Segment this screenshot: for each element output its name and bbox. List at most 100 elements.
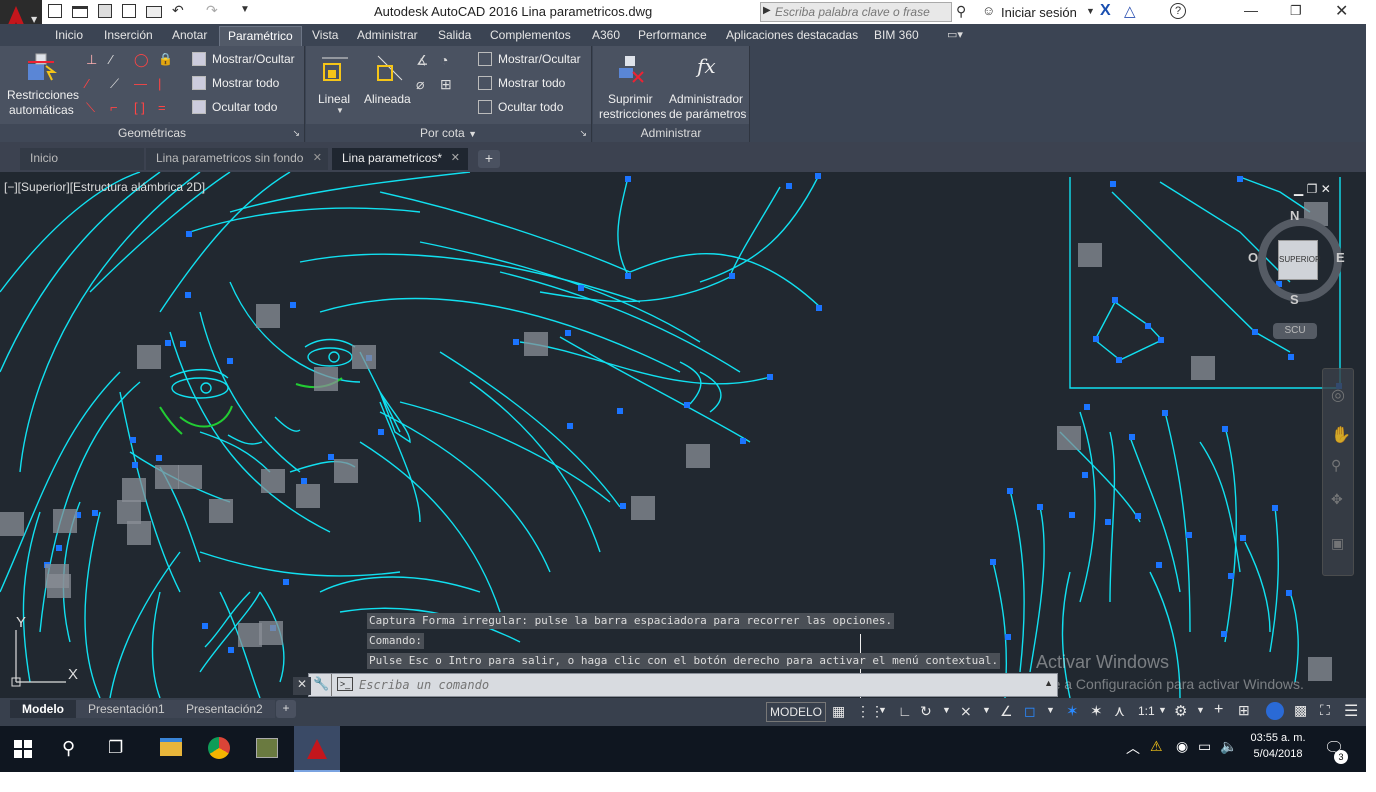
smooth-icon[interactable]: ⌐ bbox=[110, 100, 118, 115]
signin-dropdown-icon[interactable]: ▼ bbox=[1086, 6, 1095, 16]
isodraft-icon[interactable]: ⨯ bbox=[960, 703, 972, 727]
tab-anotar[interactable]: Anotar bbox=[164, 26, 215, 46]
showmotion-icon[interactable]: ▣ bbox=[1331, 535, 1344, 552]
command-input[interactable] bbox=[359, 676, 1039, 694]
open-folder-icon[interactable] bbox=[72, 6, 88, 18]
save-as-icon[interactable] bbox=[122, 4, 136, 18]
layout-tab-presentacion2[interactable]: Presentación2 bbox=[174, 700, 275, 718]
help-icon[interactable]: ? bbox=[1170, 3, 1186, 19]
close-active-tab-icon[interactable]: ✕ bbox=[451, 148, 460, 168]
delete-constraints-button[interactable]: Suprimir restricciones bbox=[595, 50, 669, 121]
isolate-objects-icon[interactable] bbox=[1266, 702, 1284, 720]
doc-tab-inicio[interactable]: Inicio bbox=[20, 148, 144, 170]
close-button[interactable]: ✕ bbox=[1335, 1, 1348, 21]
app-icon[interactable] bbox=[256, 738, 278, 758]
radial-icon[interactable]: ◔ bbox=[440, 52, 448, 68]
tab-aplicaciones-destacadas[interactable]: Aplicaciones destacadas bbox=[718, 26, 866, 46]
auto-scale-icon[interactable]: ✶ bbox=[1090, 702, 1103, 726]
workspace-gear-icon[interactable]: ⚙ bbox=[1174, 702, 1187, 726]
add-layout-button[interactable]: + bbox=[276, 700, 296, 718]
parallel-icon[interactable]: ⁄ bbox=[86, 76, 88, 91]
compass-north[interactable]: N bbox=[1290, 208, 1299, 223]
tab-inicio[interactable]: Inicio bbox=[47, 26, 91, 46]
windows-start-icon[interactable] bbox=[14, 740, 32, 758]
concentric-icon[interactable]: ◯ bbox=[134, 52, 149, 68]
units-icon[interactable]: ⊞ bbox=[1238, 702, 1250, 726]
tangent-icon[interactable]: ⟍ bbox=[86, 100, 95, 116]
tab-a360[interactable]: A360 bbox=[584, 26, 628, 46]
polar-icon[interactable]: ↻ bbox=[920, 703, 932, 727]
clean-screen-icon[interactable]: ⛶ bbox=[1320, 702, 1330, 726]
dialog-launcher-icon[interactable]: ↘ bbox=[292, 124, 300, 142]
orbit-icon[interactable]: ✥ bbox=[1331, 491, 1343, 508]
annotation-monitor-icon[interactable]: + bbox=[1214, 701, 1223, 725]
binoculars-icon[interactable]: ⚲ bbox=[956, 3, 966, 20]
dim-dialog-launcher-icon[interactable]: ↘ bbox=[579, 124, 587, 142]
symmetric-icon[interactable]: [ ] bbox=[134, 100, 145, 115]
chrome-icon[interactable] bbox=[208, 737, 230, 759]
horizontal-icon[interactable]: — bbox=[134, 76, 147, 91]
user-icon[interactable]: ☺ bbox=[982, 3, 995, 18]
search-icon[interactable]: ⚲ bbox=[62, 738, 75, 759]
model-space-button[interactable]: MODELO bbox=[766, 702, 826, 722]
tab-parametrico[interactable]: Paramétrico bbox=[219, 26, 302, 46]
tab-bim-360[interactable]: BIM 360 bbox=[866, 26, 927, 46]
tab-performance[interactable]: Performance bbox=[630, 26, 715, 46]
steering-wheel-icon[interactable]: ◎ bbox=[1331, 385, 1345, 405]
convert-icon[interactable]: ⊞ bbox=[440, 76, 452, 93]
annotation-visibility-icon[interactable]: ✶ bbox=[1066, 702, 1079, 726]
angular-icon[interactable]: ∡ bbox=[416, 52, 429, 69]
layout-tab-presentacion1[interactable]: Presentación1 bbox=[76, 700, 177, 718]
redo-icon[interactable]: ↷ bbox=[206, 2, 218, 19]
battery-icon[interactable]: ▭ bbox=[1198, 738, 1211, 755]
print-icon[interactable] bbox=[146, 6, 162, 18]
doc-tab-sin-fondo[interactable]: Lina parametricos sin fondo ✕ bbox=[146, 148, 328, 170]
undo-icon[interactable]: ↶ bbox=[172, 2, 184, 19]
viewport-controls-label[interactable]: [−][Superior][Estructura alámbrica 2D] bbox=[4, 180, 205, 194]
qat-customize-icon[interactable]: ▼ bbox=[240, 4, 250, 15]
autocad-taskbar-button[interactable] bbox=[294, 726, 340, 772]
volume-icon[interactable]: 🔈 bbox=[1220, 738, 1237, 755]
compass-west[interactable]: O bbox=[1248, 250, 1258, 265]
collinear-icon[interactable]: ⁄ bbox=[110, 52, 112, 67]
compass-east[interactable]: E bbox=[1336, 250, 1345, 265]
exchange-apps-icon[interactable]: X bbox=[1100, 2, 1111, 20]
compass-south[interactable]: S bbox=[1290, 292, 1299, 307]
file-explorer-icon[interactable] bbox=[160, 738, 182, 756]
pan-hand-icon[interactable]: ✋ bbox=[1331, 425, 1351, 445]
tab-salida[interactable]: Salida bbox=[430, 26, 479, 46]
tab-vista[interactable]: Vista bbox=[304, 26, 346, 46]
viewcube[interactable]: SUPERIOR N S E O bbox=[1248, 208, 1348, 308]
tab-insercion[interactable]: Inserción bbox=[96, 26, 161, 46]
a360-icon[interactable]: △ bbox=[1124, 2, 1136, 20]
coincident-icon[interactable]: ⊥ bbox=[86, 52, 97, 68]
doc-tab-active[interactable]: Lina parametricos* ✕ bbox=[332, 148, 468, 170]
fix-lock-icon[interactable]: 🔒 bbox=[158, 52, 173, 66]
hardware-acceleration-icon[interactable]: ▩ bbox=[1294, 702, 1307, 726]
signin-button[interactable]: Iniciar sesión bbox=[1001, 5, 1077, 20]
help-search-box[interactable]: ▶ Escriba palabra clave o frase bbox=[760, 2, 952, 22]
command-prompt-icon[interactable]: >_ bbox=[337, 677, 353, 691]
perpendicular-icon[interactable]: ⟋ bbox=[110, 76, 119, 92]
task-view-icon[interactable]: ❐ bbox=[108, 738, 123, 758]
object-snap-tracking-icon[interactable]: ∠ bbox=[1000, 703, 1013, 727]
parameters-manager-button[interactable]: fx Administrador de parámetros bbox=[669, 50, 749, 121]
command-customize-icon[interactable]: 🔧 bbox=[313, 676, 329, 692]
zoom-icon[interactable]: ⚲ bbox=[1331, 457, 1341, 474]
save-icon[interactable] bbox=[98, 4, 112, 18]
equal-icon[interactable]: = bbox=[158, 100, 166, 115]
show-hidden-icons-chevron[interactable]: ︿ bbox=[1126, 738, 1140, 758]
viewport-close-icon[interactable]: ✕ bbox=[1321, 182, 1331, 196]
minimize-button[interactable]: — bbox=[1244, 2, 1258, 18]
lineal-dropdown-icon[interactable]: ▼ bbox=[336, 106, 344, 115]
annotation-scale-icon[interactable]: ⋏ bbox=[1114, 702, 1125, 726]
layout-tab-modelo[interactable]: Modelo bbox=[10, 700, 76, 718]
auto-constrain-button[interactable]: Restricciones automáticas bbox=[0, 46, 82, 122]
linear-dimension-button[interactable]: Lineal ▼ bbox=[314, 50, 358, 116]
ortho-icon[interactable]: ∟ bbox=[898, 703, 912, 727]
diametric-icon[interactable]: ⌀ bbox=[416, 76, 424, 93]
system-tray-icon[interactable]: ◉ bbox=[1176, 738, 1188, 755]
grid-icon[interactable]: ▦ bbox=[832, 703, 845, 727]
command-line-close-icon[interactable]: ✕ bbox=[293, 677, 311, 695]
viewport-minimize-icon[interactable]: ▁ bbox=[1294, 182, 1303, 196]
